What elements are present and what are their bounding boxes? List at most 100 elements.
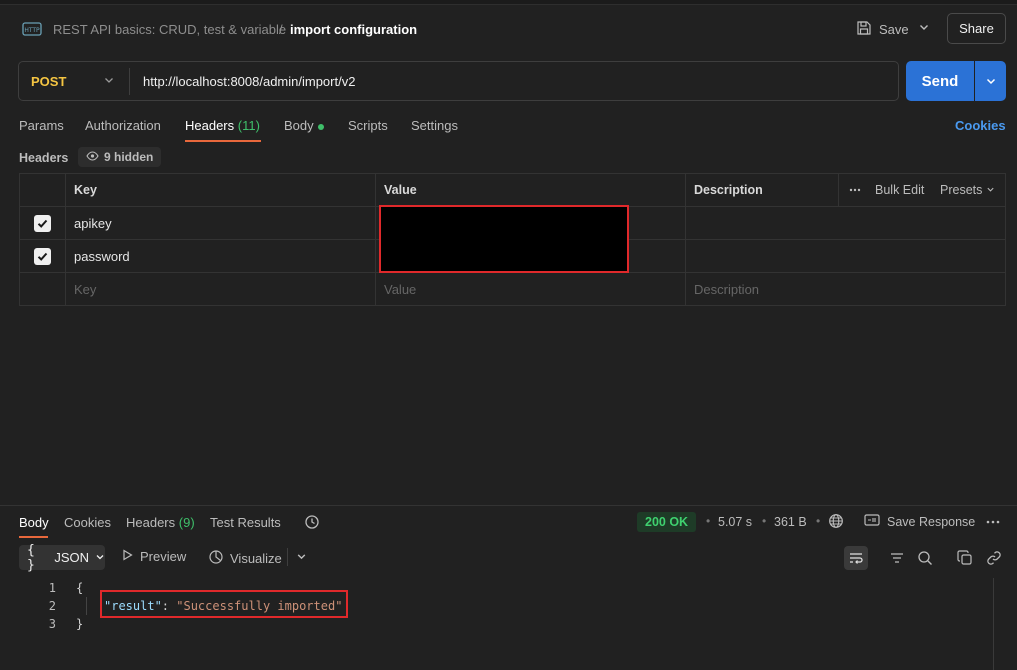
tab-settings[interactable]: Settings [411,118,458,133]
save-response-label: Save Response [887,514,976,529]
redacted-values-overlay [379,205,629,273]
tab-headers[interactable]: Headers (11) [185,118,260,133]
http-method-select[interactable]: POST [31,74,66,89]
new-value-input[interactable]: Value [384,273,416,305]
visualize-chevron-down-icon[interactable] [296,550,307,565]
row-checkbox[interactable] [34,207,51,239]
presets-label: Presets [940,183,983,197]
meta-separator: • [706,514,711,528]
header-key-cell[interactable]: apikey [74,207,112,239]
response-tab-cookies[interactable]: Cookies [64,515,111,530]
active-tab-underline [185,140,261,142]
response-tab-headers-label: Headers [126,515,176,530]
save-button[interactable]: Save [856,17,909,41]
visualize-icon [208,549,224,568]
globe-icon[interactable] [828,513,844,532]
eye-icon [86,150,99,164]
braces-icon: { } [27,542,35,573]
wrap-lines-icon[interactable] [844,546,868,570]
send-options-chevron-down-icon[interactable] [975,61,1006,101]
new-header-row: Key Value Description [20,273,1005,306]
toolbar-divider [287,548,288,566]
status-badge[interactable]: 200 OK [637,512,697,532]
table-header-row: Key Value Description Bulk Edit Presets [20,174,1005,207]
tab-scripts[interactable]: Scripts [348,118,388,133]
response-format-select[interactable]: { } JSON [19,542,105,573]
search-icon[interactable] [914,547,936,569]
save-response-icon [864,513,880,530]
tab-headers-count: (11) [237,118,260,133]
bulk-edit-button[interactable]: Bulk Edit [875,174,924,206]
breadcrumb-separator: / [279,22,283,37]
svg-text:HTTP: HTTP [24,27,40,34]
line-number: 3 [48,617,56,631]
code-line-close-brace: } [76,617,84,631]
tab-body[interactable]: Body [284,118,324,133]
editor-scrollbar[interactable] [993,578,994,670]
response-more-options-icon[interactable] [986,512,1000,527]
presets-dropdown[interactable]: Presets [940,174,995,206]
preview-label: Preview [140,549,187,564]
window-top-strip [0,0,1017,5]
http-request-icon: HTTP [22,20,42,38]
indent-guide [86,597,87,615]
copy-icon[interactable] [954,547,976,569]
meta-separator: • [816,514,821,528]
header-key-cell[interactable]: password [74,240,130,272]
body-indicator-dot [317,123,324,130]
preview-button[interactable]: Preview [122,549,186,564]
line-number: 1 [48,581,56,595]
visualize-label: Visualize [230,551,282,566]
response-tab-body[interactable]: Body [19,515,49,530]
highlight-box [100,590,348,618]
response-size[interactable]: 361 B [774,515,807,529]
presets-chevron-down-icon [986,183,995,197]
breadcrumb-request-name[interactable]: import configuration [290,22,417,37]
active-response-tab-underline [19,536,48,538]
url-divider [129,68,130,95]
visualize-button[interactable]: Visualize [208,549,282,568]
history-icon[interactable] [304,514,320,533]
save-label: Save [879,21,909,37]
checkbox-checked-icon [34,214,51,232]
tab-authorization[interactable]: Authorization [85,118,161,133]
cookies-link[interactable]: Cookies [955,118,1006,133]
more-options-icon[interactable] [849,174,861,206]
format-label: JSON [54,550,89,565]
response-headers-count: (9) [178,515,195,530]
send-button[interactable]: Send [906,61,974,101]
url-input[interactable]: http://localhost:8008/admin/import/v2 [143,74,355,89]
tab-params[interactable]: Params [19,118,64,133]
row-checkbox[interactable] [34,240,51,272]
save-icon [856,20,872,39]
column-header-description: Description [694,183,763,197]
save-response-button[interactable]: Save Response [864,513,975,530]
code-line-open-brace: { [76,581,84,595]
checkbox-checked-icon [34,247,51,265]
response-tab-test-results[interactable]: Test Results [210,515,281,530]
url-bar: POST http://localhost:8008/admin/import/… [18,61,899,101]
hidden-count: 9 hidden [104,150,154,164]
link-icon[interactable] [983,547,1005,569]
breadcrumb-collection[interactable]: REST API basics: CRUD, test & variable [53,22,286,37]
column-header-key: Key [74,183,97,197]
share-button[interactable]: Share [947,13,1006,44]
new-key-input[interactable]: Key [74,273,96,305]
tab-body-label: Body [284,118,314,133]
headers-section-label: Headers [19,151,69,165]
request-header: HTTP REST API basics: CRUD, test & varia… [0,6,1017,52]
save-options-chevron-down-icon[interactable] [918,21,930,36]
line-number: 2 [48,599,56,613]
response-time[interactable]: 5.07 s [718,515,752,529]
format-chevron-down-icon [95,550,105,565]
column-header-value: Value [384,183,417,197]
meta-separator: • [762,514,767,528]
new-description-input[interactable]: Description [694,273,759,305]
tab-headers-label: Headers [185,118,235,133]
filter-icon[interactable] [886,547,908,569]
response-divider[interactable] [0,505,1017,506]
hidden-headers-toggle[interactable]: 9 hidden [78,147,162,167]
method-chevron-down-icon[interactable] [103,74,115,89]
response-tab-headers[interactable]: Headers (9) [126,515,195,530]
play-icon [122,549,133,564]
